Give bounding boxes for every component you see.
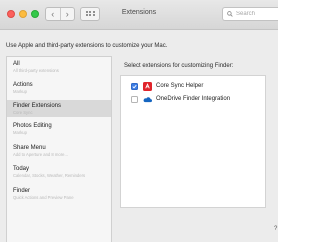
adobe-core-sync-icon (143, 81, 152, 91)
search-field[interactable] (222, 7, 278, 21)
extension-list: Core Sync Helper OneDrive Finder Integra… (120, 75, 266, 208)
sidebar: All All third-party extensions Actions M… (6, 56, 112, 242)
sidebar-item-today[interactable]: Today Calendar, Stocks, Weather, Reminde… (7, 165, 111, 179)
sidebar-item-finder[interactable]: Finder Quick Actions and Preview Pane (7, 187, 111, 201)
sidebar-item-share-menu[interactable]: Share Menu Add to Aperture and 8 more... (7, 144, 111, 158)
onedrive-cloud-icon (143, 95, 152, 104)
extension-name: Core Sync Helper (156, 83, 204, 89)
extension-checkbox[interactable] (131, 95, 138, 103)
search-icon (227, 11, 233, 17)
checkmark-icon (132, 84, 137, 88)
extension-checkbox[interactable] (131, 82, 138, 90)
sidebar-item-subtitle: Add to Aperture and 8 more... (13, 152, 68, 157)
sidebar-item-label: Finder (13, 188, 31, 194)
extension-row-core-sync[interactable]: Core Sync Helper (121, 80, 265, 92)
sidebar-item-subtitle: Core Sync (13, 110, 33, 115)
help-button[interactable]: ? (274, 226, 277, 232)
sidebar-item-subtitle: All third-party extensions (13, 68, 59, 73)
sidebar-item-all[interactable]: All All third-party extensions (7, 60, 111, 74)
panel-prompt: Select extensions for customizing Finder… (124, 63, 234, 69)
sidebar-item-label: All (13, 61, 20, 67)
intro-text: Use Apple and third-party extensions to … (6, 43, 168, 49)
sidebar-item-label: Photos Editing (13, 123, 52, 129)
sidebar-item-subtitle: Markup (13, 130, 27, 135)
sidebar-item-label: Finder Extensions (13, 103, 62, 109)
sidebar-item-subtitle: Calendar, Stocks, Weather, Reminders (13, 173, 86, 178)
sidebar-item-finder-extensions[interactable]: Finder Extensions Core Sync (7, 100, 111, 117)
title-bar: ‹ › Extensions (0, 0, 278, 30)
sidebar-item-subtitle: Markup (13, 89, 27, 94)
sidebar-item-subtitle: Quick Actions and Preview Pane (13, 195, 74, 200)
sidebar-item-label: Actions (13, 82, 33, 88)
sidebar-item-label: Share Menu (13, 145, 46, 151)
search-input[interactable] (236, 11, 276, 17)
sidebar-item-actions[interactable]: Actions Markup (7, 81, 111, 95)
extension-name: OneDrive Finder Integration (156, 96, 231, 102)
extension-row-onedrive[interactable]: OneDrive Finder Integration (121, 93, 265, 105)
sidebar-item-label: Today (13, 166, 30, 172)
sidebar-item-photos-editing[interactable]: Photos Editing Markup (7, 122, 111, 136)
extensions-window: ‹ › Extensions Use Apple and third-party… (0, 0, 278, 242)
